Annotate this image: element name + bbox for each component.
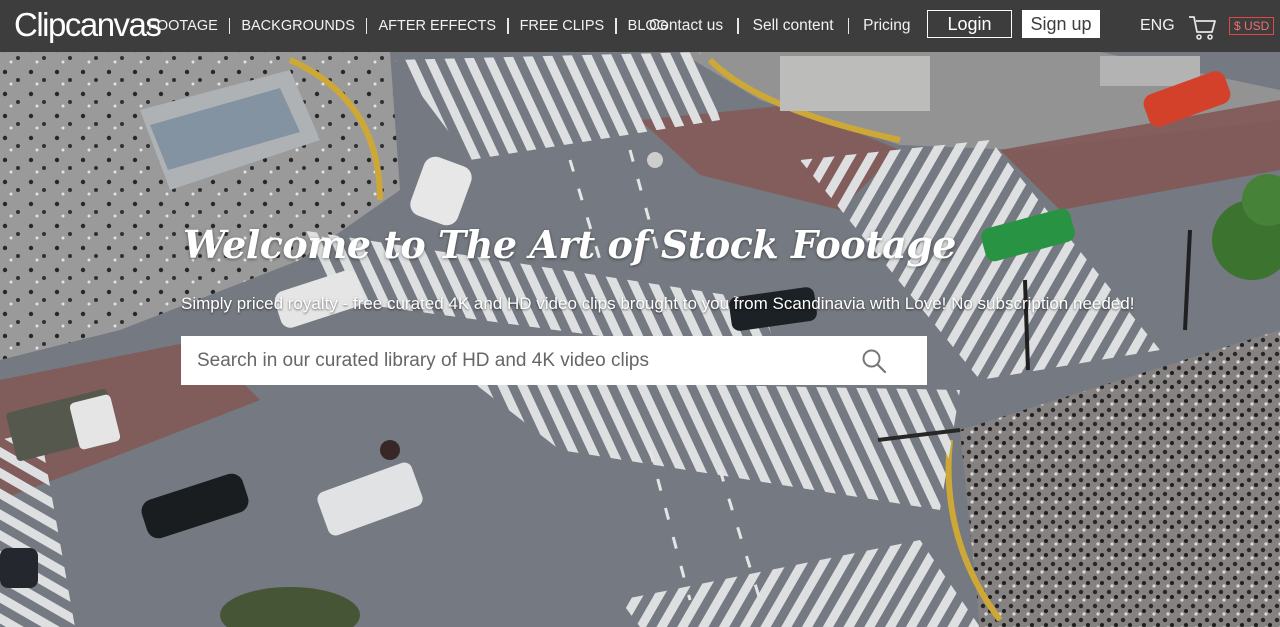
nav-divider [847, 18, 850, 34]
search-icon[interactable] [861, 348, 887, 374]
nav-after-effects[interactable]: AFTER EFFECTS [378, 18, 496, 34]
clipcanvas-logo[interactable]: Clipcanvas [14, 7, 162, 43]
nav-pricing[interactable]: Pricing [863, 17, 910, 35]
page: Clipcanvas FOOTAGE BACKGROUNDS AFTER EFF… [0, 0, 1280, 627]
search-bar [181, 336, 927, 385]
shopping-cart-icon[interactable] [1187, 12, 1217, 42]
nav-footage[interactable]: FOOTAGE [148, 18, 218, 34]
language-selector[interactable]: ENG [1140, 17, 1175, 35]
nav-divider [228, 18, 231, 34]
top-navigation-bar: Clipcanvas FOOTAGE BACKGROUNDS AFTER EFF… [0, 0, 1280, 52]
nav-backgrounds[interactable]: BACKGROUNDS [241, 18, 355, 34]
nav-sell-content[interactable]: Sell content [753, 17, 834, 35]
nav-divider [737, 18, 739, 34]
shopping-cart-icon-graphic [1189, 16, 1216, 40]
nav-divider [365, 18, 368, 34]
hero-headline: Welcome to The Art of Stock Footage [183, 222, 957, 267]
hero-subline: Simply priced royalty - free curated 4K … [181, 294, 1135, 313]
signup-button[interactable]: Sign up [1022, 10, 1100, 38]
search-input[interactable] [181, 336, 841, 385]
login-button[interactable]: Login [927, 10, 1012, 38]
nav-contact-us[interactable]: Contact us [649, 17, 723, 35]
secondary-nav: Contact us Sell content Pricing [649, 0, 911, 52]
nav-free-clips[interactable]: FREE CLIPS [520, 18, 605, 34]
search-icon-graphic [862, 349, 887, 374]
primary-nav: FOOTAGE BACKGROUNDS AFTER EFFECTS FREE C… [148, 0, 668, 52]
nav-divider [615, 18, 617, 34]
nav-divider [507, 18, 509, 34]
currency-selector[interactable]: $ USD [1229, 17, 1275, 35]
